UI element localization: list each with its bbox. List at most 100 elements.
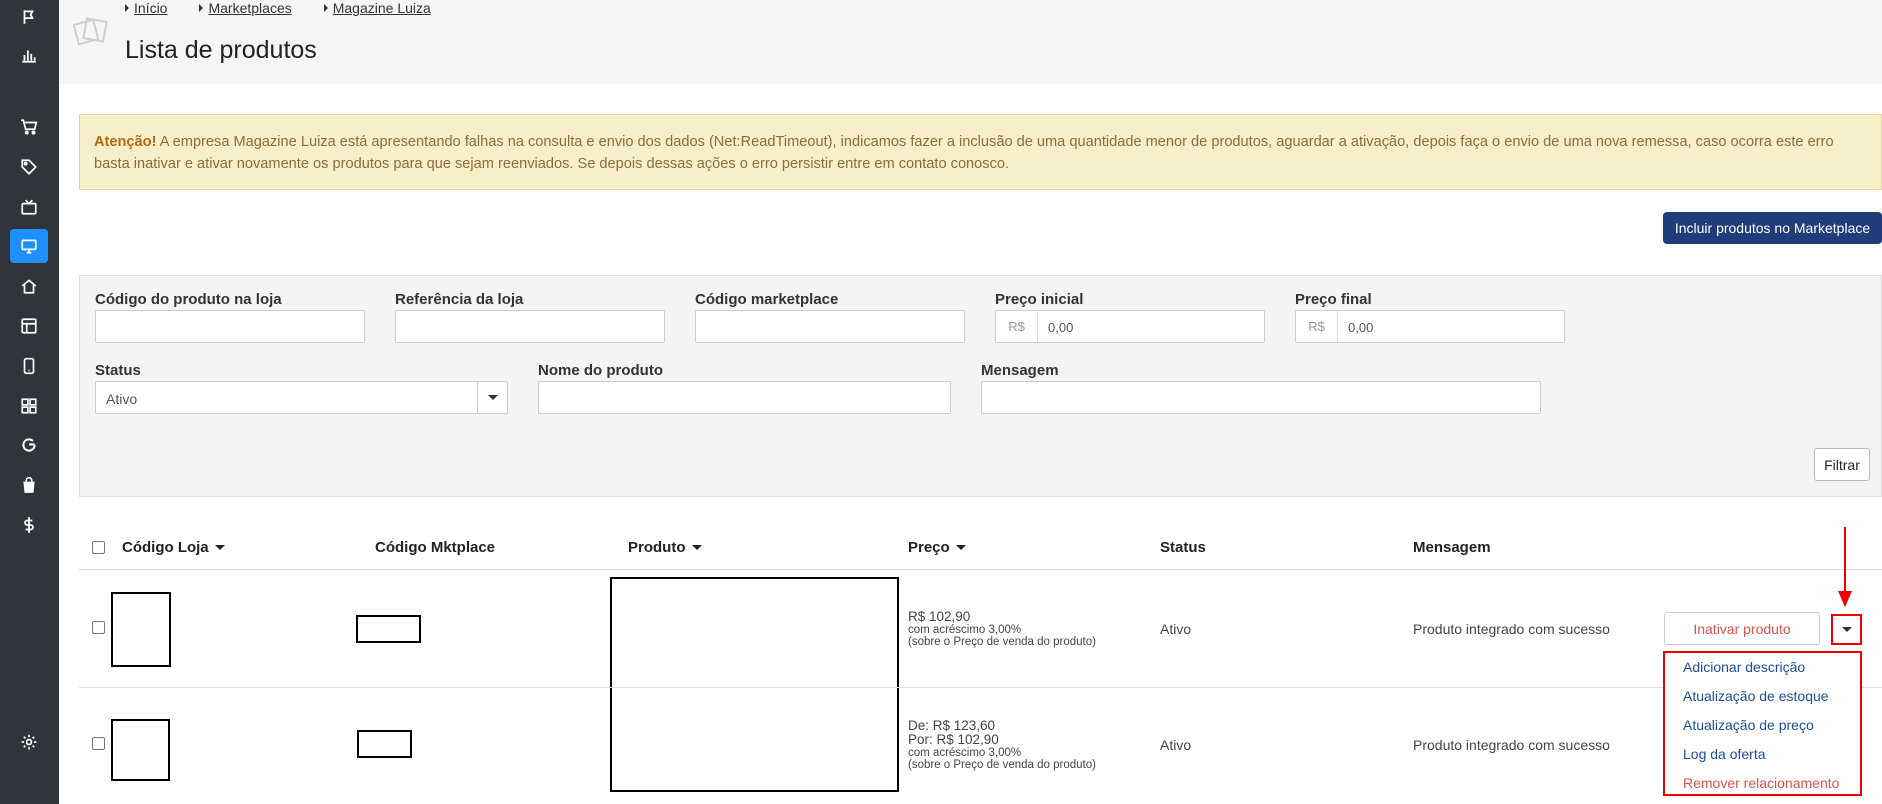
- col-codigo-loja[interactable]: Código Loja: [122, 539, 225, 556]
- redacted-code: [357, 730, 412, 758]
- col-mensagem-label: Mensagem: [1413, 539, 1491, 556]
- divider: [79, 569, 1882, 570]
- referencia-input[interactable]: [395, 310, 665, 343]
- breadcrumb-item: Magazine Luiza: [323, 0, 431, 16]
- col-codigo-mkt: Código Mktplace: [375, 539, 495, 556]
- sort-icon: [955, 545, 966, 550]
- menu-item-remover-relacionamento[interactable]: Remover relacionamento: [1683, 775, 1839, 791]
- codigo-loja-label: Código do produto na loja: [95, 291, 282, 308]
- status-cell: Ativo: [1160, 621, 1192, 637]
- price-value: R$ 102,90: [908, 609, 971, 624]
- currency-prefix: R$: [1296, 311, 1338, 342]
- col-preco-label: Preço: [908, 539, 950, 556]
- status-select-value: Ativo: [106, 391, 138, 407]
- col-status-label: Status: [1160, 539, 1206, 556]
- actions-dropdown-menu: Adicionar descrição Atualização de estoq…: [1663, 651, 1862, 796]
- alert-text-line1: A empresa Magazine Luiza está apresentan…: [159, 134, 1834, 150]
- price-note-sub: (sobre o Preço de venda do produto): [908, 759, 1096, 771]
- filter-panel: Código do produto na loja Referência da …: [79, 275, 1882, 497]
- col-status: Status: [1160, 539, 1206, 556]
- inactivate-product-button[interactable]: Inativar produto: [1664, 612, 1820, 645]
- bar-chart-icon[interactable]: [10, 38, 48, 72]
- breadcrumb-link-marketplaces[interactable]: Marketplaces: [208, 0, 291, 16]
- preco-inicial-value: 0,00: [1048, 320, 1074, 335]
- status-select[interactable]: Ativo: [95, 381, 508, 414]
- price-note-sub: (sobre o Preço de venda do produto): [908, 636, 1096, 648]
- annotation-arrow: [1844, 527, 1846, 597]
- price-de: De: R$ 123,60: [908, 718, 996, 733]
- nome-label: Nome do produto: [538, 362, 663, 379]
- preco-inicial-label: Preço inicial: [995, 291, 1084, 308]
- select-all-checkbox[interactable]: [92, 541, 105, 554]
- sidebar: [0, 0, 59, 804]
- menu-item-adicionar-descricao[interactable]: Adicionar descrição: [1683, 659, 1805, 675]
- chevron-down-icon: [1841, 627, 1852, 632]
- col-codigo-loja-label: Código Loja: [122, 539, 209, 556]
- grid-icon[interactable]: [10, 389, 48, 423]
- price-cell: R$ 102,90 com acréscimo 3,00% (sobre o P…: [908, 609, 1096, 649]
- chevron-down-icon: [477, 382, 507, 413]
- mensagem-label: Mensagem: [981, 362, 1059, 379]
- warning-alert: Atenção! A empresa Magazine Luiza está a…: [79, 114, 1882, 190]
- page-title: Lista de produtos: [125, 36, 317, 64]
- col-produto[interactable]: Produto: [628, 539, 702, 556]
- menu-item-atualizacao-preco[interactable]: Atualização de preço: [1683, 717, 1814, 733]
- referencia-label: Referência da loja: [395, 291, 524, 308]
- page-header: Início Marketplaces Magazine Luiza Lista…: [59, 0, 1882, 84]
- dollar-icon[interactable]: [10, 508, 48, 542]
- preco-inicial-input[interactable]: R$ 0,00: [995, 310, 1265, 343]
- codigo-mkt-label: Código marketplace: [695, 291, 839, 308]
- codigo-mkt-input[interactable]: [695, 310, 965, 343]
- col-mensagem: Mensagem: [1413, 539, 1491, 556]
- price-note: com acréscimo 3,00%: [908, 747, 1022, 759]
- col-preco[interactable]: Preço: [908, 539, 966, 556]
- annotation-arrow-head: [1838, 591, 1852, 607]
- price-note: com acréscimo 3,00%: [908, 624, 1022, 636]
- google-icon[interactable]: [10, 428, 48, 462]
- message-cell: Produto integrado com sucesso: [1413, 737, 1610, 753]
- col-codigo-mkt-label: Código Mktplace: [375, 539, 496, 556]
- shopping-bag-icon[interactable]: [10, 468, 48, 502]
- breadcrumb: Início Marketplaces Magazine Luiza: [125, 0, 431, 16]
- codigo-loja-input[interactable]: [95, 310, 365, 343]
- actions-dropdown-toggle[interactable]: [1831, 614, 1862, 645]
- include-products-button[interactable]: Incluir produtos no Marketplace: [1663, 212, 1882, 244]
- filter-button[interactable]: Filtrar: [1814, 448, 1870, 481]
- status-cell: Ativo: [1160, 737, 1192, 753]
- flag-icon[interactable]: [10, 0, 48, 34]
- mensagem-input[interactable]: [981, 381, 1541, 414]
- row-checkbox[interactable]: [92, 737, 105, 750]
- layout-icon[interactable]: [10, 309, 48, 343]
- tv-icon[interactable]: [10, 190, 48, 224]
- breadcrumb-item: Início: [125, 0, 167, 16]
- sort-icon: [691, 545, 702, 550]
- price-cell: De: R$ 123,60 Por: R$ 102,90 com acrésci…: [908, 718, 1096, 772]
- breadcrumb-link-inicio[interactable]: Início: [134, 0, 167, 16]
- breadcrumb-link-magazine-luiza[interactable]: Magazine Luiza: [333, 0, 431, 16]
- mobile-icon[interactable]: [10, 349, 48, 383]
- alert-text-line2: basta inativar e ativar novamente os pro…: [94, 156, 1010, 172]
- cart-icon[interactable]: [10, 110, 48, 144]
- alert-prefix: Atenção!: [94, 134, 157, 150]
- app-logo-icon: [73, 17, 108, 46]
- preco-final-input[interactable]: R$ 0,00: [1295, 310, 1565, 343]
- tag-icon[interactable]: [10, 150, 48, 184]
- redacted-image: [111, 592, 171, 667]
- breadcrumb-item: Marketplaces: [199, 0, 292, 16]
- price-por: Por: R$ 102,90: [908, 732, 999, 747]
- menu-item-atualizacao-estoque[interactable]: Atualização de estoque: [1683, 688, 1829, 704]
- currency-prefix: R$: [996, 311, 1038, 342]
- gear-icon[interactable]: [10, 725, 48, 759]
- preco-final-label: Preço final: [1295, 291, 1372, 308]
- home-icon[interactable]: [10, 269, 48, 303]
- preco-final-value: 0,00: [1348, 320, 1374, 335]
- row-checkbox[interactable]: [92, 621, 105, 634]
- col-produto-label: Produto: [628, 539, 686, 556]
- nome-produto-input[interactable]: [538, 381, 951, 414]
- monitor-icon[interactable]: [10, 229, 48, 263]
- redacted-code: [356, 615, 421, 643]
- redacted-image: [111, 719, 170, 781]
- menu-item-log-oferta[interactable]: Log da oferta: [1683, 746, 1766, 762]
- sort-icon: [214, 545, 225, 550]
- status-label: Status: [95, 362, 141, 379]
